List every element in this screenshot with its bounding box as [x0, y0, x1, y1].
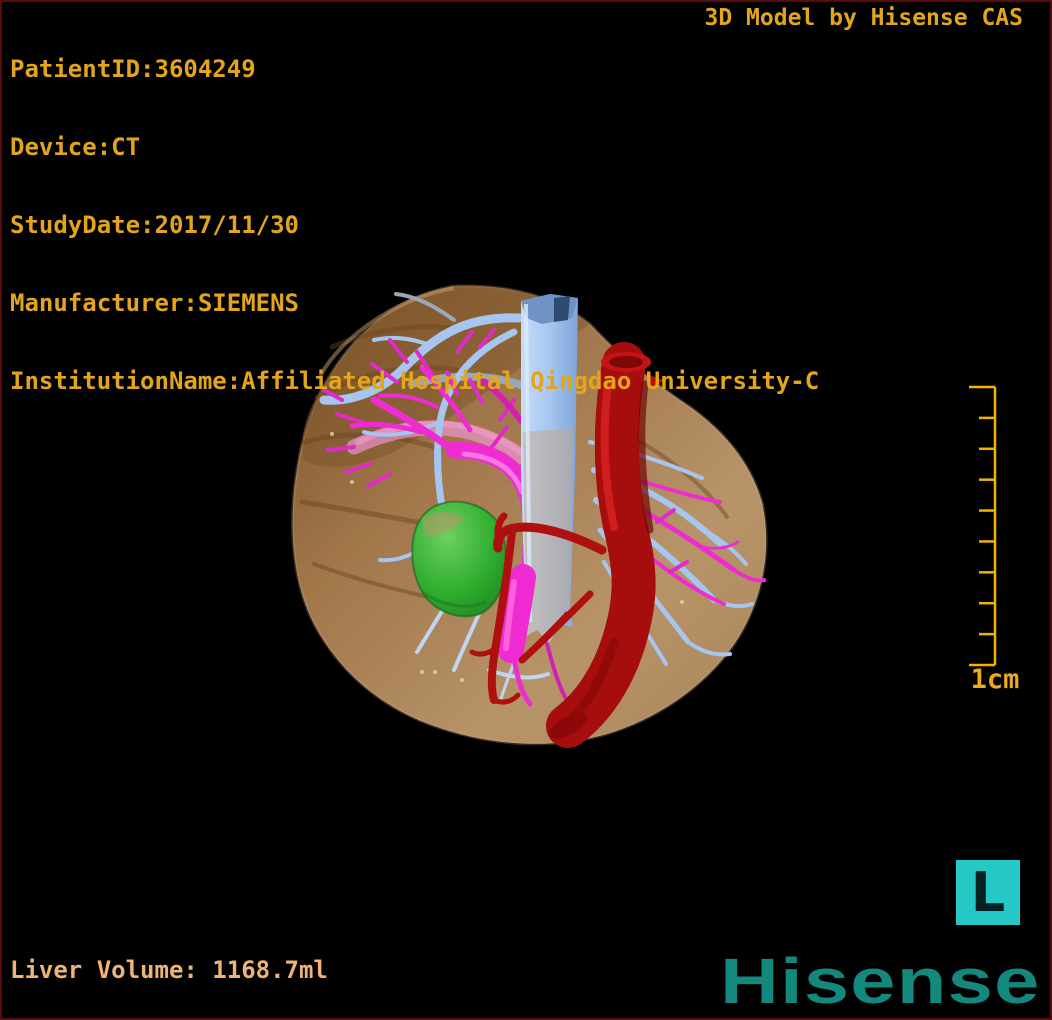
- app-title: 3D Model by Hisense CAS: [704, 5, 1024, 31]
- manufacturer: Manufacturer:SIEMENS: [10, 289, 299, 317]
- study-date: StudyDate:2017/11/30: [10, 211, 299, 239]
- viewer-window: PatientID:3604249 Device:CT StudyDate:20…: [0, 0, 1052, 1020]
- tumor: [411, 500, 507, 618]
- institution-name: InstitutionName:Affiliated Hospital Qing…: [10, 367, 820, 395]
- scale-ruler-label: 1cm: [970, 664, 1020, 695]
- hisense-logo: Hisense: [720, 945, 1041, 1017]
- orientation-marker-left: L: [956, 860, 1020, 925]
- liver-volume-readout: Liver Volume: 1168.7ml: [10, 956, 328, 984]
- device: Device:CT: [10, 133, 141, 161]
- patient-info-overlay: PatientID:3604249 Device:CT StudyDate:20…: [10, 4, 819, 446]
- scale-ruler: [969, 385, 997, 667]
- patient-id: PatientID:3604249: [10, 55, 256, 83]
